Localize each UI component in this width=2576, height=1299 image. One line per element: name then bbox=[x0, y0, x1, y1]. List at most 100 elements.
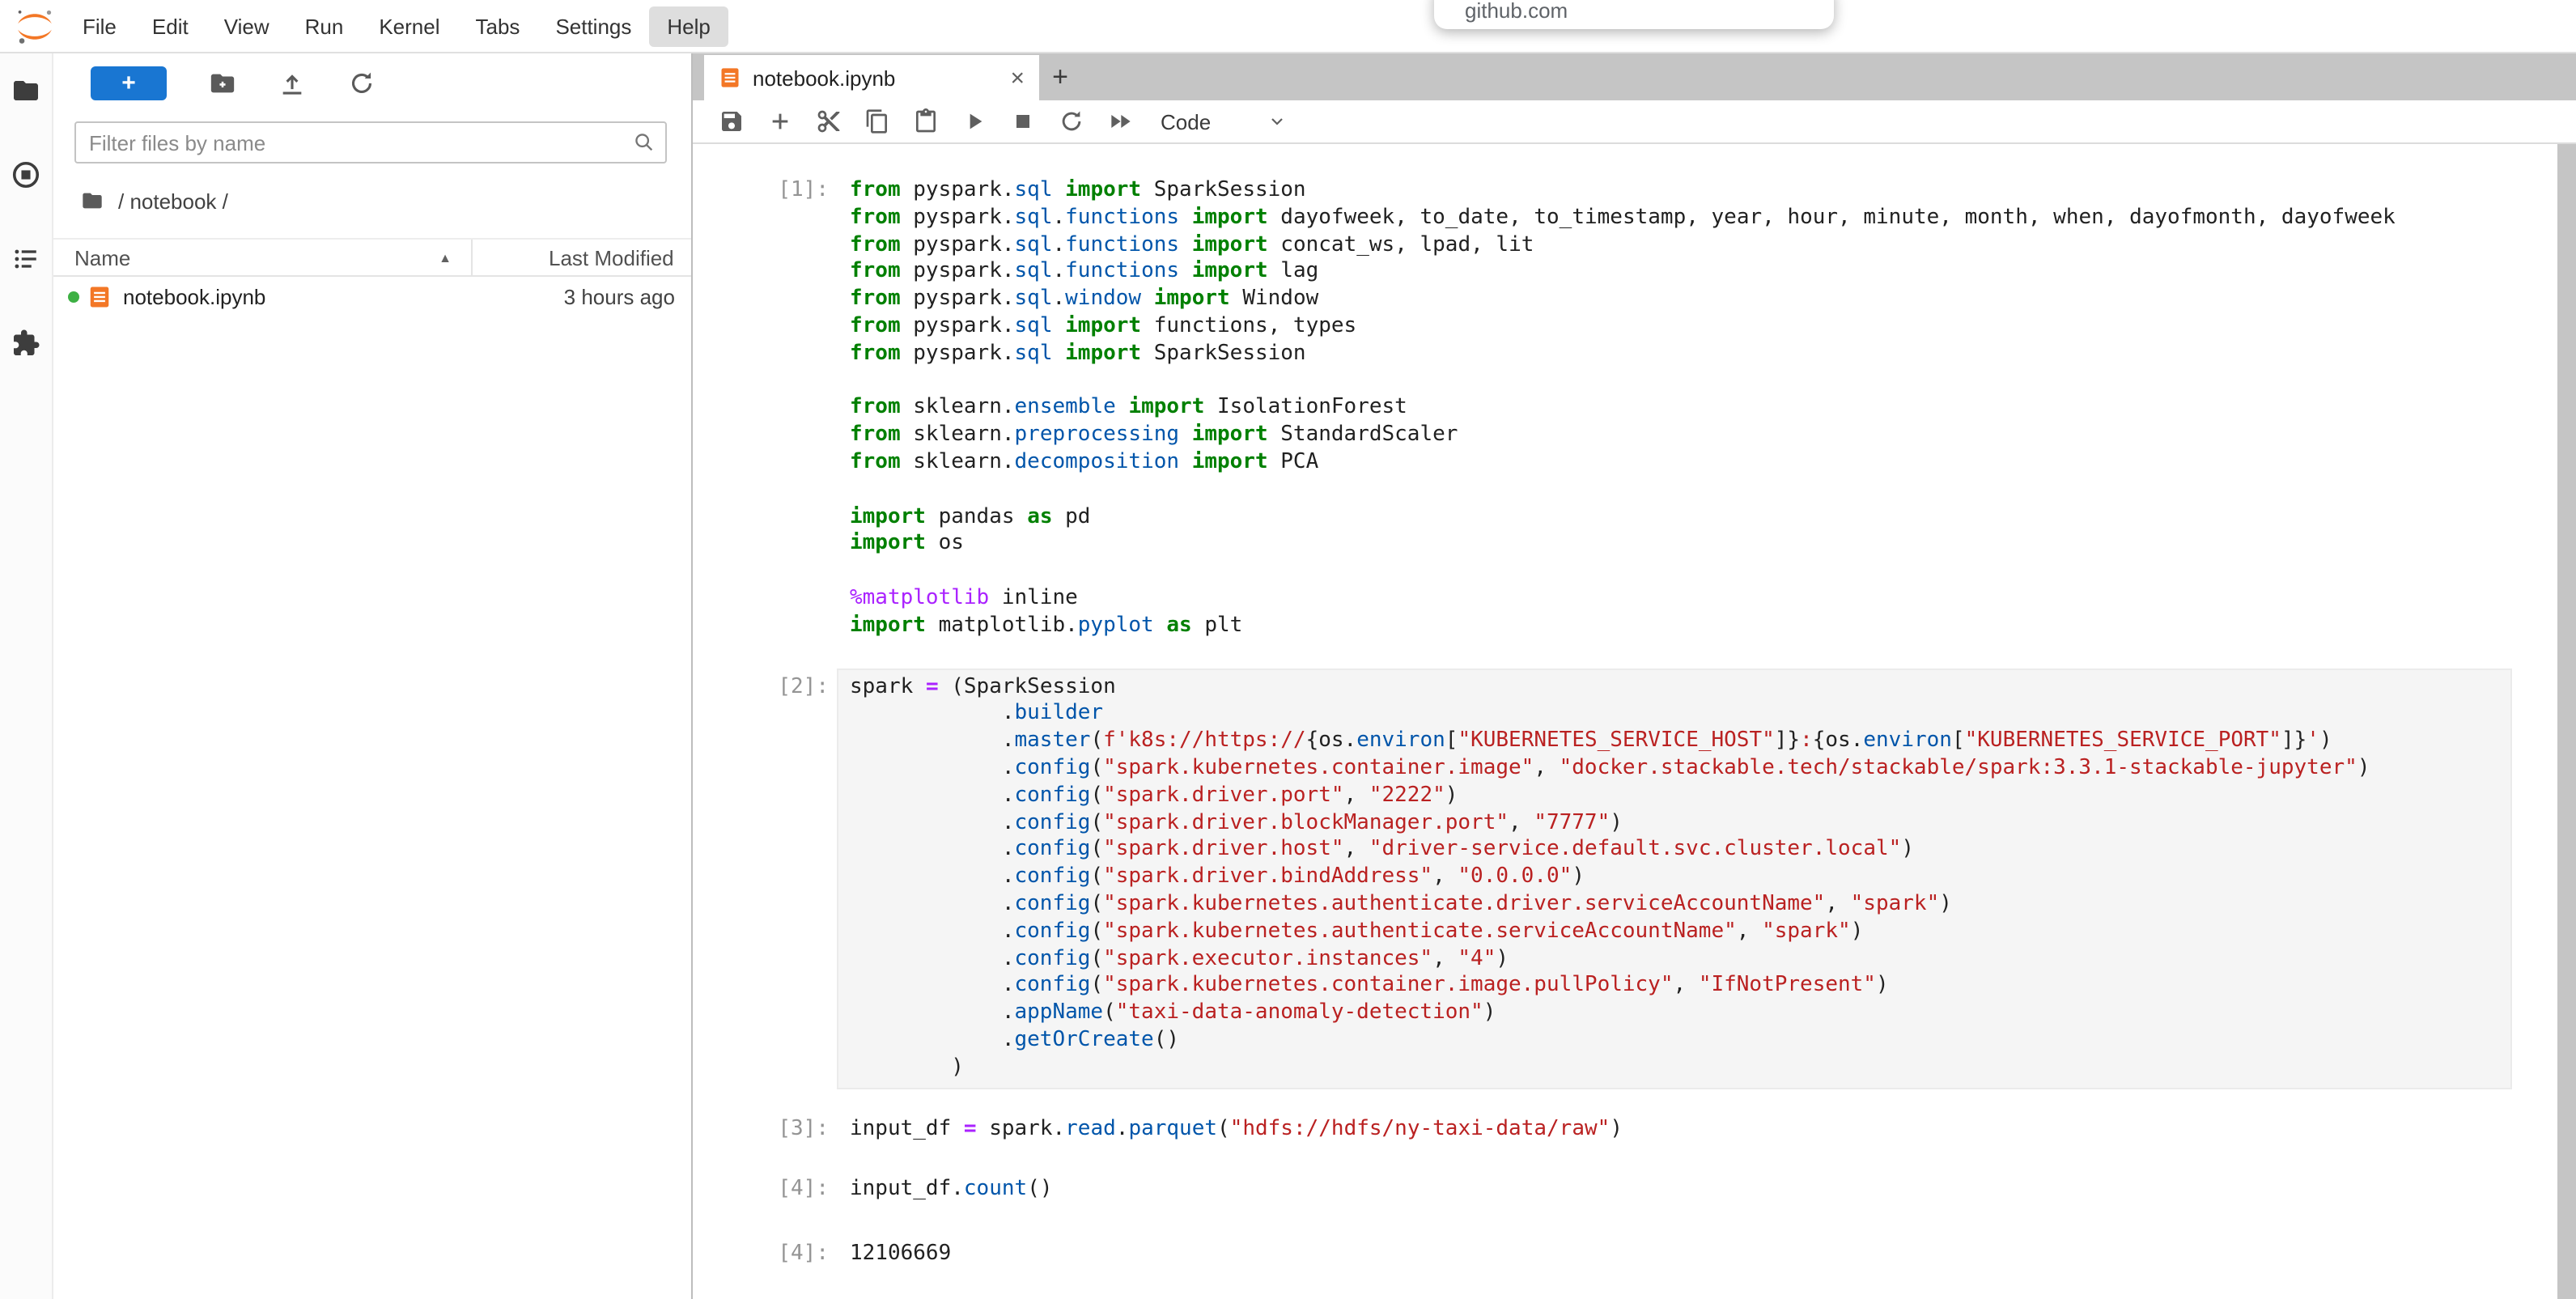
notebook-toolbar: Code bbox=[693, 100, 2576, 144]
refresh-icon bbox=[347, 70, 375, 97]
jupyterlab-window: FileEditViewRunKernelTabsSettingsHelp gi… bbox=[0, 0, 2576, 1299]
cell-editor[interactable]: spark = (SparkSession .builder .master(f… bbox=[837, 668, 2512, 1089]
code-line: .config("spark.kubernetes.authenticate.s… bbox=[850, 919, 2510, 946]
table-of-contents-icon bbox=[11, 244, 40, 274]
code-cell: [2]:spark = (SparkSession .builder .mast… bbox=[720, 668, 2557, 1089]
refresh-button[interactable] bbox=[346, 69, 376, 98]
add-icon bbox=[767, 108, 793, 134]
tab-label: notebook.ipynb bbox=[753, 66, 895, 90]
cell-type-select[interactable]: Code bbox=[1161, 109, 1287, 134]
run-cell-button[interactable] bbox=[950, 100, 999, 143]
file-list: notebook.ipynb 3 hours ago bbox=[53, 277, 691, 316]
code-line: .config("spark.driver.blockManager.port"… bbox=[850, 810, 2510, 838]
code-line: from pyspark.sql.functions import dayofw… bbox=[850, 206, 2510, 233]
fast-forward-icon bbox=[1107, 108, 1133, 134]
output-cell: [4]: 12106669 bbox=[720, 1222, 2557, 1274]
code-line: import matplotlib.pyplot as plt bbox=[850, 613, 2510, 641]
menu-help[interactable]: Help bbox=[649, 6, 728, 46]
close-tab-icon[interactable]: × bbox=[1010, 66, 1025, 90]
dock-tab-bar: notebook.ipynb × + bbox=[693, 53, 2576, 100]
cell-editor[interactable]: input_df.count() bbox=[837, 1171, 2512, 1212]
filter-files-input[interactable] bbox=[74, 121, 667, 163]
sort-ascending-icon: ▲ bbox=[439, 250, 452, 265]
restart-run-all-button[interactable] bbox=[1096, 100, 1144, 143]
breadcrumb-path[interactable]: / notebook / bbox=[118, 189, 228, 213]
code-line: from sklearn.decomposition import PCA bbox=[850, 450, 2510, 478]
copy-cells-button[interactable] bbox=[853, 100, 902, 143]
interrupt-kernel-button[interactable] bbox=[999, 100, 1047, 143]
file-icon-wrap bbox=[87, 284, 112, 308]
sidebar-tab-file-browser[interactable] bbox=[10, 76, 42, 105]
running-sessions-icon bbox=[11, 160, 40, 189]
upload-button[interactable] bbox=[277, 69, 306, 98]
code-line: from pyspark.sql.functions import concat… bbox=[850, 232, 2510, 260]
file-name: notebook.ipynb bbox=[123, 284, 265, 308]
cell-editor[interactable]: from pyspark.sql import SparkSessionfrom… bbox=[837, 172, 2512, 647]
execution-count: [2]: bbox=[720, 668, 829, 1089]
code-line: from sklearn.ensemble import IsolationFo… bbox=[850, 396, 2510, 423]
execution-count: [4]: bbox=[720, 1222, 829, 1274]
menu-file[interactable]: File bbox=[65, 6, 134, 46]
notebook-file-icon bbox=[87, 284, 112, 308]
code-cell: [3]:input_df = spark.read.parquet("hdfs:… bbox=[720, 1110, 2557, 1150]
code-line: .config("spark.kubernetes.container.imag… bbox=[850, 974, 2510, 1001]
new-launcher-label: + bbox=[121, 71, 136, 96]
search-icon bbox=[633, 131, 656, 162]
sidebar-tab-running-sessions[interactable] bbox=[10, 160, 42, 189]
code-line: from pyspark.sql import SparkSession bbox=[850, 342, 2510, 369]
cell-list: [1]:from pyspark.sql import SparkSession… bbox=[693, 144, 2557, 1299]
code-line: from pyspark.sql.window import Window bbox=[850, 287, 2510, 314]
menu-edit[interactable]: Edit bbox=[134, 6, 206, 46]
cut-cells-button[interactable] bbox=[804, 100, 853, 143]
code-line: input_df = spark.read.parquet("hdfs://hd… bbox=[850, 1116, 2510, 1144]
home-folder-icon[interactable] bbox=[81, 189, 104, 212]
breadcrumb: / notebook / bbox=[53, 180, 691, 222]
new-tab-button[interactable]: + bbox=[1039, 53, 1081, 100]
sidebar-tab-table-of-contents[interactable] bbox=[10, 244, 42, 274]
paste-cells-button[interactable] bbox=[902, 100, 950, 143]
menu-view[interactable]: View bbox=[206, 6, 287, 46]
restart-kernel-button[interactable] bbox=[1047, 100, 1096, 143]
notebook-content: [1]:from pyspark.sql import SparkSession… bbox=[693, 144, 2576, 1299]
new-launcher-button[interactable]: + bbox=[91, 66, 167, 100]
copy-icon bbox=[864, 108, 890, 134]
code-line: .config("spark.kubernetes.authenticate.d… bbox=[850, 892, 2510, 919]
restart-icon bbox=[1059, 108, 1084, 134]
code-line: from pyspark.sql import functions, types bbox=[850, 314, 2510, 342]
code-line: .config("spark.driver.host", "driver-ser… bbox=[850, 838, 2510, 865]
output-area: 12106669 bbox=[837, 1222, 2512, 1274]
code-line bbox=[850, 558, 2510, 586]
code-line: .master(f'k8s://https://{os.environ["KUB… bbox=[850, 728, 2510, 756]
column-header-last-modified[interactable]: Last Modified bbox=[473, 240, 691, 275]
browser-popup: github.com bbox=[1434, 0, 1834, 29]
code-line: from pyspark.sql.functions import lag bbox=[850, 260, 2510, 287]
file-modified: 3 hours ago bbox=[564, 284, 675, 308]
tab-notebook[interactable]: notebook.ipynb × bbox=[704, 55, 1039, 100]
code-line: .builder bbox=[850, 702, 2510, 729]
code-line: import pandas as pd bbox=[850, 504, 2510, 532]
sidebar-tab-extensions[interactable] bbox=[10, 329, 42, 358]
code-line: ) bbox=[850, 1055, 2510, 1082]
code-line bbox=[850, 368, 2510, 396]
menu-tabs[interactable]: Tabs bbox=[458, 6, 538, 46]
cell-editor[interactable]: input_df = spark.read.parquet("hdfs://hd… bbox=[837, 1110, 2512, 1150]
menu-run[interactable]: Run bbox=[287, 6, 362, 46]
code-line: 12106669 bbox=[850, 1242, 2512, 1269]
folder-icon bbox=[11, 76, 40, 105]
code-line: from sklearn.preprocessing import Standa… bbox=[850, 422, 2510, 450]
code-line: .appName("taxi-data-anomaly-detection") bbox=[850, 1000, 2510, 1028]
code-line: spark = (SparkSession bbox=[850, 674, 2510, 702]
code-line: .getOrCreate() bbox=[850, 1028, 2510, 1055]
save-button[interactable] bbox=[707, 100, 756, 143]
menu-settings[interactable]: Settings bbox=[537, 6, 649, 46]
execution-count: [1]: bbox=[720, 172, 829, 647]
new-folder-button[interactable] bbox=[207, 69, 236, 98]
column-header-name[interactable]: Name ▲ bbox=[53, 240, 471, 275]
vertical-scrollbar[interactable] bbox=[2557, 144, 2576, 1299]
code-cell: [4]:input_df.count() bbox=[720, 1171, 2557, 1212]
code-cell: [1]:from pyspark.sql import SparkSession… bbox=[720, 172, 2557, 647]
add-cell-button[interactable] bbox=[756, 100, 804, 143]
menu-kernel[interactable]: Kernel bbox=[361, 6, 457, 46]
file-row[interactable]: notebook.ipynb 3 hours ago bbox=[53, 277, 691, 316]
code-line: .config("spark.driver.port", "2222") bbox=[850, 783, 2510, 810]
